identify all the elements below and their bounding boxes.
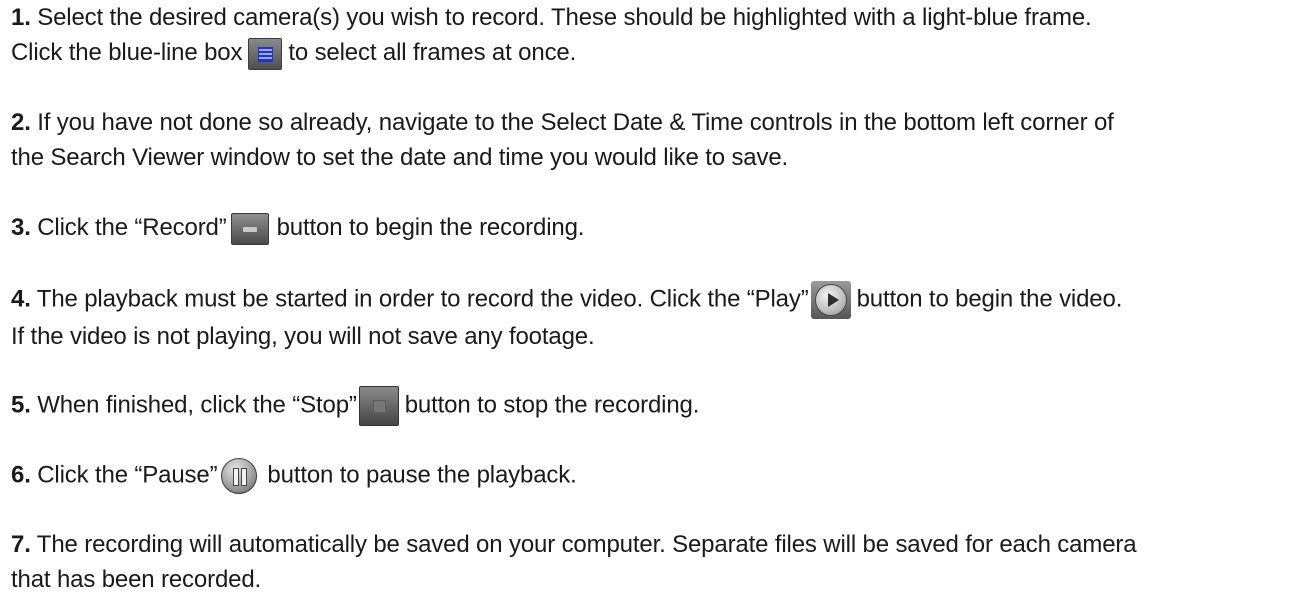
step-text: The recording will automatically be save… [30, 531, 1137, 558]
play-icon [810, 281, 851, 319]
step-number: 2. [11, 109, 31, 136]
step-6-line-1: 6. Click the “Pause” button to pause the … [11, 456, 1310, 496]
stop-icon [358, 386, 399, 426]
step-text: that has been recorded. [11, 566, 262, 593]
step-text: button to begin the recording. [276, 214, 585, 241]
step-1-line-1: 1. Select the desired camera(s) you wish… [11, 0, 1310, 35]
step-number: 6. [11, 461, 31, 489]
step-number: 1. [11, 4, 31, 31]
step-2-line-1: 2. If you have not done so already, navi… [11, 105, 1310, 140]
step-4: 4. The playback must be started in order… [11, 281, 1310, 354]
step-2-line-2: the Search Viewer window to set the date… [11, 140, 1310, 175]
record-icon [230, 212, 269, 245]
step-1-line-2: Click the blue-line box to select all fra… [11, 35, 1310, 70]
instructions-document: 1. Select the desired camera(s) you wish… [0, 0, 1316, 593]
step-text: Select the desired camera(s) you wish to… [30, 4, 1092, 31]
step-number: 5. [11, 391, 31, 419]
step-number: 3. [11, 214, 31, 241]
step-3: 3. Click the “Record” button to begin the… [11, 210, 1310, 245]
step-text: Click the “Record” [30, 214, 227, 241]
step-7-line-1: 7. The recording will automatically be s… [11, 527, 1310, 562]
step-text: button to stop the recording. [404, 391, 700, 419]
select-all-grid-icon [248, 37, 283, 70]
step-5: 5. When finished, click the “Stop” button… [11, 386, 1310, 426]
step-text: When finished, click the “Stop” [30, 391, 357, 419]
step-2: 2. If you have not done so already, navi… [11, 105, 1310, 175]
step-number: 7. [11, 531, 31, 558]
step-3-line-1: 3. Click the “Record” button to begin the… [11, 210, 1310, 245]
step-6: 6. Click the “Pause” button to pause the … [11, 456, 1310, 496]
step-text: The playback must be started in order to… [30, 285, 809, 313]
step-text: the Search Viewer window to set the date… [11, 144, 789, 171]
step-4-line-2: If the video is not playing, you will no… [11, 319, 1310, 354]
step-4-line-1: 4. The playback must be started in order… [11, 281, 1310, 319]
step-text: Click the blue-line box [11, 39, 243, 66]
step-text: button to pause the playback. [267, 461, 577, 489]
pause-icon [219, 456, 259, 496]
step-text: If you have not done so already, navigat… [30, 109, 1114, 136]
step-5-line-1: 5. When finished, click the “Stop” button… [11, 386, 1310, 426]
step-1: 1. Select the desired camera(s) you wish… [11, 0, 1310, 70]
step-text: Click the “Pause” [30, 461, 218, 489]
step-text: button to begin the video. [856, 285, 1123, 313]
step-number: 4. [11, 285, 31, 313]
step-7: 7. The recording will automatically be s… [11, 527, 1310, 597]
step-text: to select all frames at once. [288, 39, 577, 66]
step-text: If the video is not playing, you will no… [11, 323, 595, 350]
